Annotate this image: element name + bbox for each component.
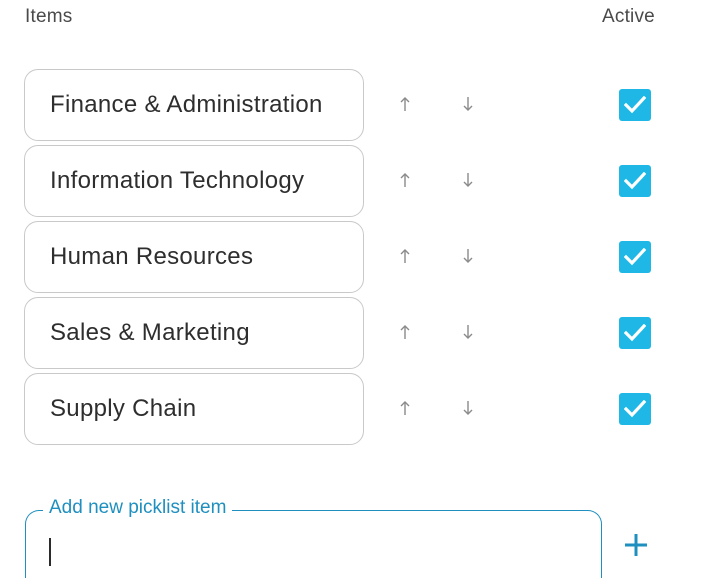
move-up-button[interactable] [394, 243, 416, 269]
check-icon [624, 248, 646, 266]
active-checkbox[interactable] [619, 89, 651, 121]
arrow-up-icon [400, 401, 410, 415]
move-up-button[interactable] [394, 167, 416, 193]
move-down-button[interactable] [457, 91, 479, 117]
active-checkbox[interactable] [619, 241, 651, 273]
add-item-label: Add new picklist item [43, 497, 233, 519]
text-caret [49, 538, 51, 566]
item-name-field[interactable]: Sales & Marketing [24, 297, 364, 369]
move-up-button[interactable] [394, 395, 416, 421]
arrow-down-icon [463, 249, 473, 263]
check-icon [624, 400, 646, 418]
arrow-up-icon [400, 325, 410, 339]
item-name-field[interactable]: Supply Chain [24, 373, 364, 445]
active-checkbox[interactable] [619, 393, 651, 425]
list-item: Human Resources [0, 221, 701, 293]
item-name: Human Resources [50, 243, 254, 270]
list-item: Sales & Marketing [0, 297, 701, 369]
item-name-field[interactable]: Finance & Administration [24, 69, 364, 141]
add-item-input[interactable] [46, 533, 586, 567]
item-name: Sales & Marketing [50, 319, 250, 346]
items-column-header: Items [25, 6, 73, 27]
arrow-up-icon [400, 173, 410, 187]
list-item: Finance & Administration [0, 69, 701, 141]
arrow-up-icon [400, 97, 410, 111]
item-name-field[interactable]: Information Technology [24, 145, 364, 217]
move-up-button[interactable] [394, 91, 416, 117]
arrow-down-icon [463, 97, 473, 111]
check-icon [624, 96, 646, 114]
list-item: Supply Chain [0, 373, 701, 445]
move-down-button[interactable] [457, 243, 479, 269]
item-name: Information Technology [50, 167, 305, 194]
list-item: Information Technology [0, 145, 701, 217]
move-up-button[interactable] [394, 319, 416, 345]
move-down-button[interactable] [457, 319, 479, 345]
arrow-down-icon [463, 173, 473, 187]
check-icon [624, 172, 646, 190]
arrow-down-icon [463, 401, 473, 415]
item-name: Supply Chain [50, 395, 197, 422]
add-item-plus-icon[interactable] [622, 531, 650, 559]
active-checkbox[interactable] [619, 317, 651, 349]
active-checkbox[interactable] [619, 165, 651, 197]
arrow-down-icon [463, 325, 473, 339]
item-name-field[interactable]: Human Resources [24, 221, 364, 293]
check-icon [624, 324, 646, 342]
active-column-header: Active [602, 6, 655, 27]
arrow-up-icon [400, 249, 410, 263]
item-name: Finance & Administration [50, 91, 323, 118]
move-down-button[interactable] [457, 395, 479, 421]
add-item-field[interactable]: Add new picklist item [25, 497, 602, 578]
move-down-button[interactable] [457, 167, 479, 193]
